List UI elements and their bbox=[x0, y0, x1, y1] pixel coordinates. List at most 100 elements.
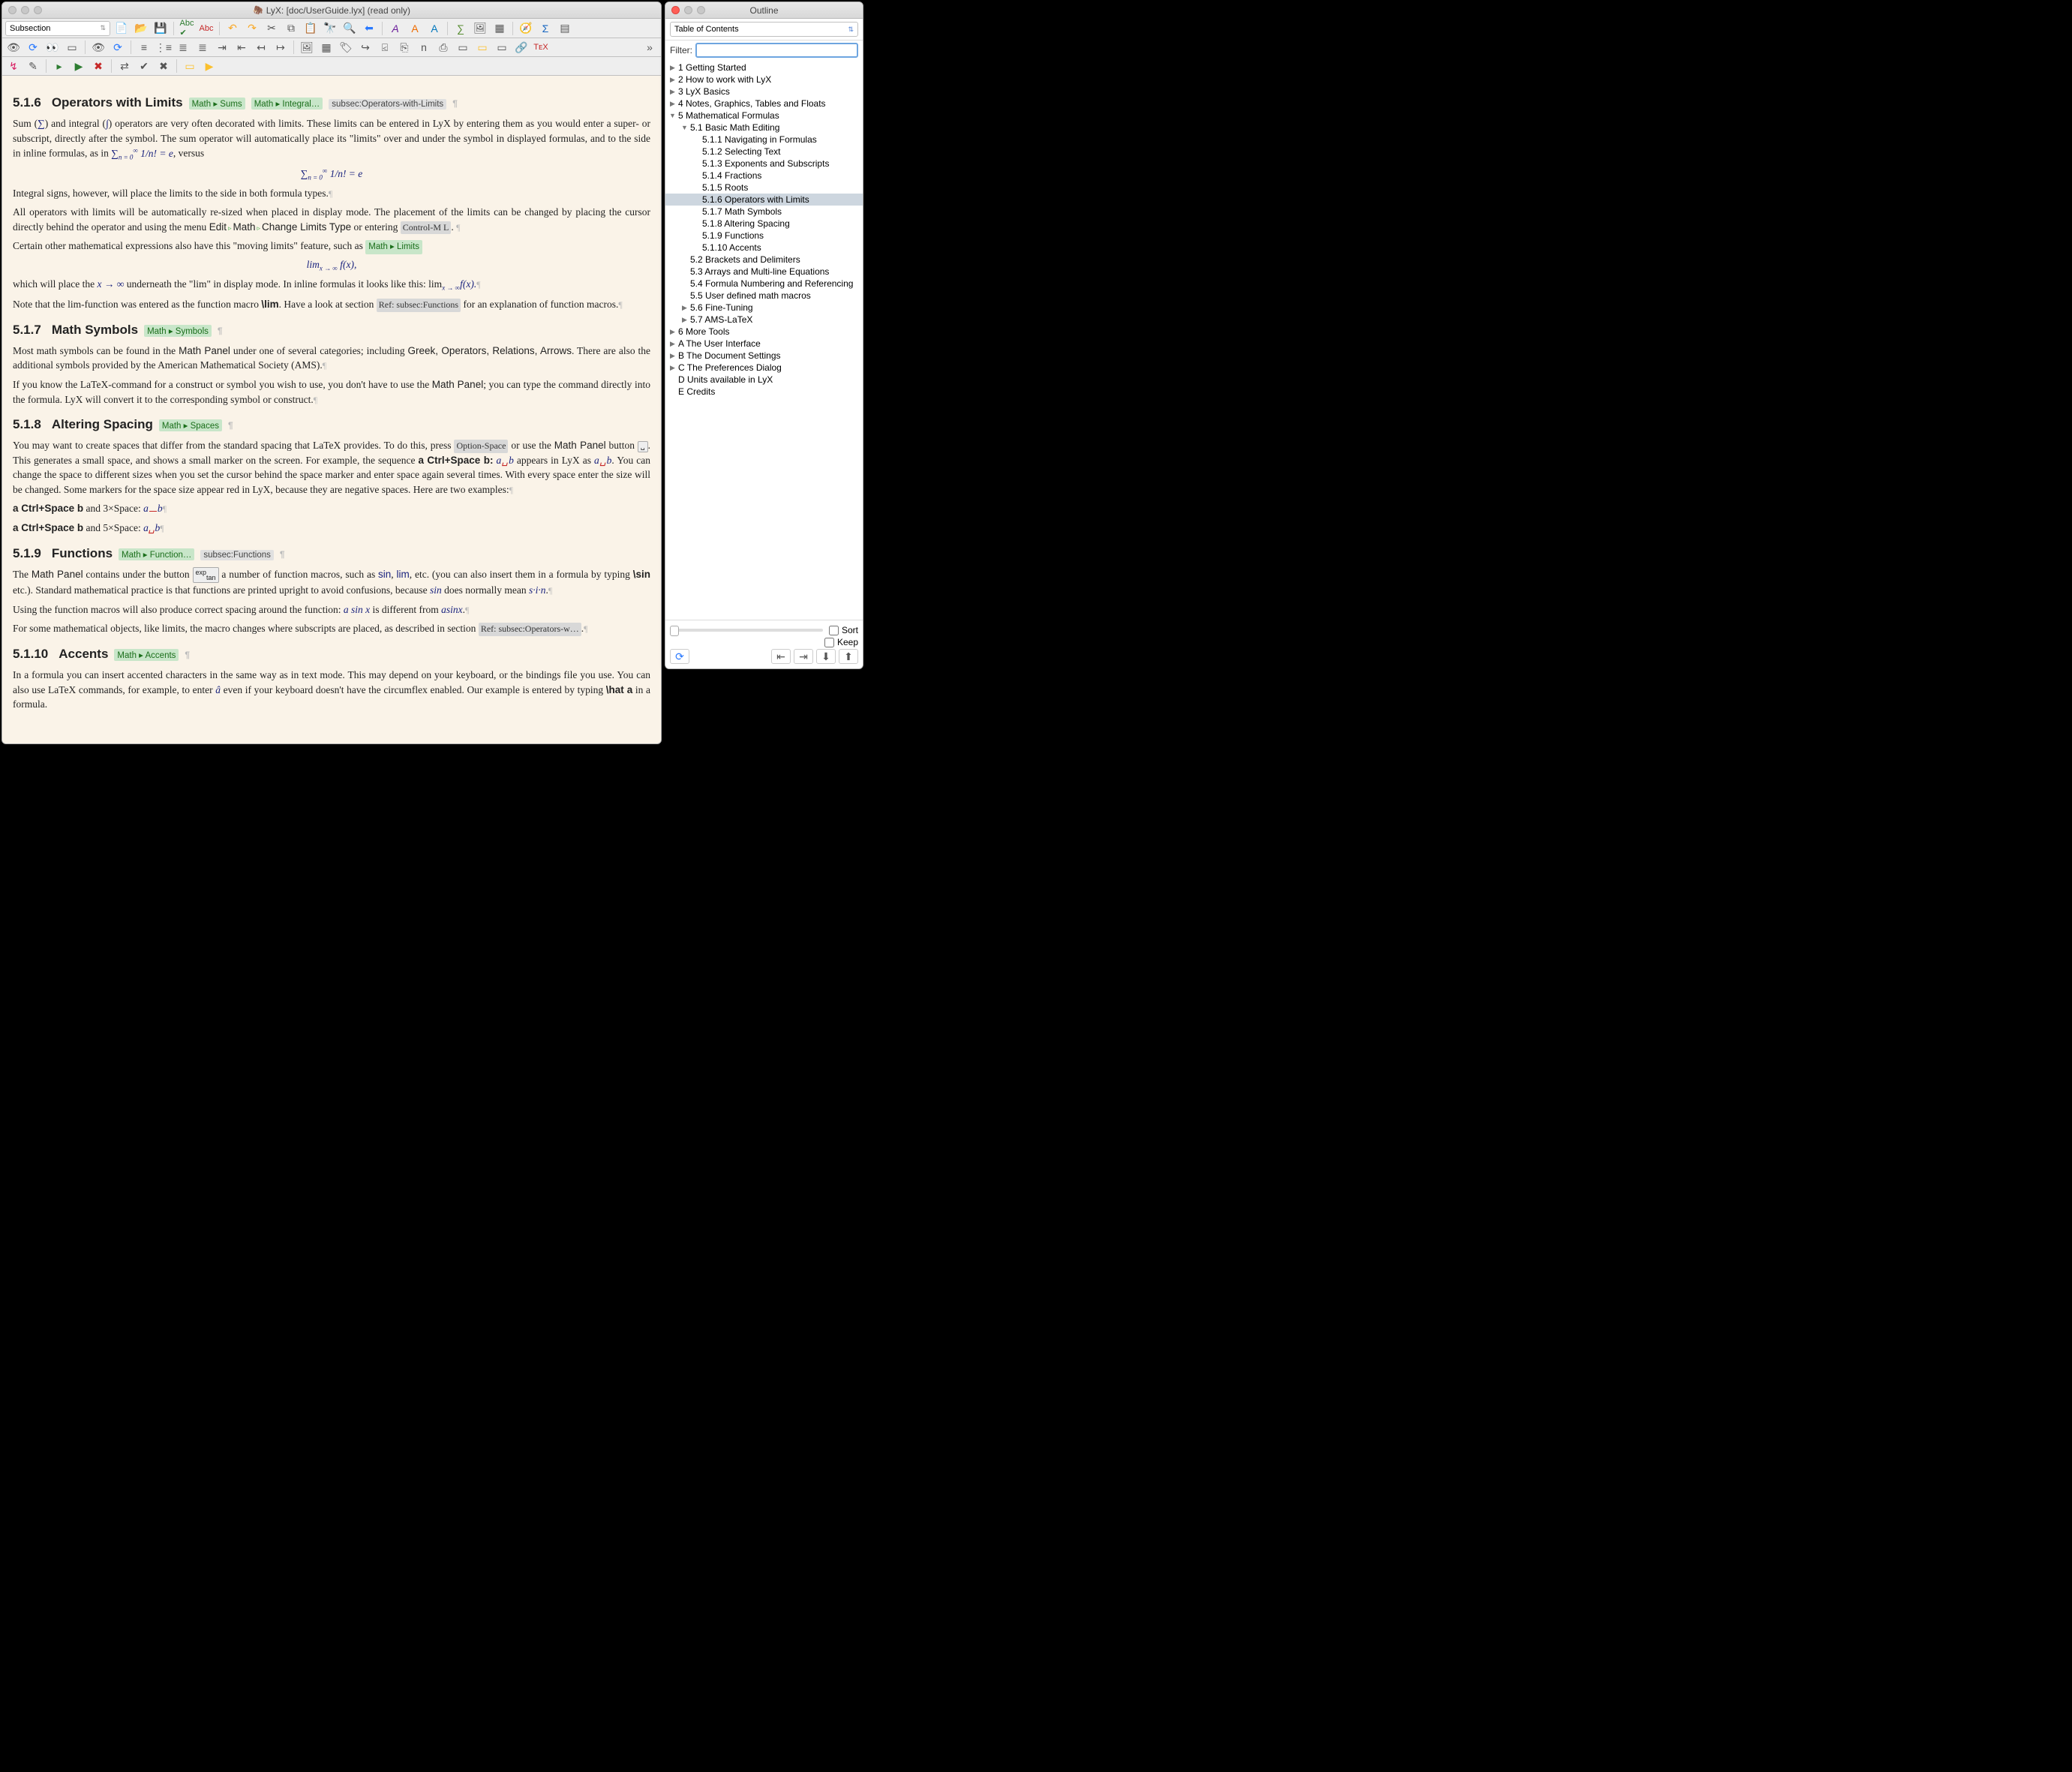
para[interactable]: If you know the LaTeX-command for a cons… bbox=[13, 377, 650, 407]
label-inset[interactable]: subsec:Operators-with-Limits bbox=[329, 99, 446, 110]
tree-item[interactable]: ▶C The Preferences Dialog bbox=[665, 362, 863, 374]
next-note-icon[interactable]: ▶ bbox=[201, 59, 218, 74]
tree-item[interactable]: 5.1.3 Exponents and Subscripts bbox=[665, 158, 863, 170]
tree-item[interactable]: 5.1.4 Fractions bbox=[665, 170, 863, 182]
disclosure-right-icon[interactable]: ▶ bbox=[668, 364, 677, 372]
para[interactable]: The Math Panel contains under the button… bbox=[13, 567, 650, 598]
disclosure-right-icon[interactable]: ▶ bbox=[668, 340, 677, 348]
refresh-outline-icon[interactable]: ⟳ bbox=[670, 649, 689, 664]
tree-item[interactable]: ▶6 More Tools bbox=[665, 326, 863, 338]
para[interactable]: Most math symbols can be found in the Ma… bbox=[13, 344, 650, 373]
para[interactable]: Sum (∑) and integral (∫) operators are v… bbox=[13, 116, 650, 162]
paste-icon[interactable]: 📋 bbox=[302, 21, 319, 36]
bullet-list-icon[interactable]: ⋮≡ bbox=[155, 40, 172, 55]
tree-item[interactable]: 5.1.2 Selecting Text bbox=[665, 146, 863, 158]
outline-tree[interactable]: ▶1 Getting Started▶2 How to work with Ly… bbox=[665, 60, 863, 620]
merge-changes-icon[interactable]: ⇄ bbox=[116, 59, 133, 74]
view-pdf-icon[interactable]: 👁 bbox=[90, 40, 107, 55]
close-button[interactable] bbox=[671, 6, 680, 14]
disclosure-right-icon[interactable]: ▶ bbox=[680, 304, 689, 312]
tree-item[interactable]: ▶5.6 Fine-Tuning bbox=[665, 302, 863, 314]
tree-item[interactable]: E Credits bbox=[665, 386, 863, 398]
accept-change-icon[interactable]: ▶ bbox=[71, 59, 87, 74]
demote-icon[interactable]: ⇥ bbox=[794, 649, 813, 664]
tree-item[interactable]: D Units available in LyX bbox=[665, 374, 863, 386]
index-inset[interactable]: Math ▸ Spaces bbox=[159, 419, 222, 431]
tree-item[interactable]: 5.4 Formula Numbering and Referencing bbox=[665, 278, 863, 290]
tree-item[interactable]: 5.2 Brackets and Delimiters bbox=[665, 254, 863, 266]
tree-item[interactable]: ▶5.7 AMS-LaTeX bbox=[665, 314, 863, 326]
index-inset[interactable]: Math ▸ Sums bbox=[189, 98, 245, 110]
heading-5.1.10[interactable]: 5.1.10 Accents Math ▸ Accents ¶ bbox=[13, 647, 650, 662]
copy-icon[interactable]: ⧉ bbox=[283, 21, 299, 36]
reject-all-icon[interactable]: ✖ bbox=[155, 59, 172, 74]
disclosure-down-icon[interactable]: ▼ bbox=[668, 112, 677, 119]
paragraph-style-dropdown[interactable]: Subsection ⇅ bbox=[5, 21, 110, 36]
tree-item[interactable]: ▶3 LyX Basics bbox=[665, 86, 863, 98]
reject-change-icon[interactable]: ✖ bbox=[90, 59, 107, 74]
move-up-icon[interactable]: ⬆ bbox=[839, 649, 858, 664]
para[interactable]: Using the function macros will also prod… bbox=[13, 602, 650, 617]
accept-all-icon[interactable]: ✔ bbox=[136, 59, 152, 74]
sort-checkbox[interactable] bbox=[829, 626, 839, 635]
insert-math-icon[interactable]: ∑ bbox=[452, 21, 469, 36]
crossref-inset[interactable]: Ref: subsec:Operators-w… bbox=[479, 623, 581, 635]
tree-item[interactable]: 5.1.5 Roots bbox=[665, 182, 863, 194]
tree-item[interactable]: ▶4 Notes, Graphics, Tables and Floats bbox=[665, 98, 863, 110]
tree-item[interactable]: ▶2 How to work with LyX bbox=[665, 74, 863, 86]
save-doc-icon[interactable]: 💾 bbox=[152, 21, 169, 36]
open-doc-icon[interactable]: 📂 bbox=[133, 21, 149, 36]
apply-style-icon[interactable]: A bbox=[426, 21, 443, 36]
heading-5.1.8[interactable]: 5.1.8 Altering Spacing Math ▸ Spaces ¶ bbox=[13, 417, 650, 432]
list-icon[interactable]: ≣ bbox=[175, 40, 191, 55]
para[interactable]: All operators with limits will be automa… bbox=[13, 205, 650, 234]
insert-box-icon[interactable]: ▭ bbox=[494, 40, 510, 55]
insert-label-icon[interactable]: 🏷 bbox=[338, 40, 354, 55]
tree-item[interactable]: 5.1.10 Accents bbox=[665, 242, 863, 254]
insert-note2-icon[interactable]: ▭ bbox=[182, 59, 198, 74]
heading-5.1.9[interactable]: 5.1.9 Functions Math ▸ Function… subsec:… bbox=[13, 546, 650, 561]
disclosure-right-icon[interactable]: ▶ bbox=[668, 64, 677, 72]
tex-code-icon[interactable]: TᴇX bbox=[533, 40, 549, 55]
tree-item[interactable]: ▶B The Document Settings bbox=[665, 350, 863, 362]
toggle-math-toolbar-icon[interactable]: Σ bbox=[537, 21, 554, 36]
para[interactable]: Integral signs, however, will place the … bbox=[13, 186, 650, 201]
tree-item[interactable]: ▶A The User Interface bbox=[665, 338, 863, 350]
crossref-inset[interactable]: Ref: subsec:Functions bbox=[377, 299, 461, 311]
para[interactable]: For some mathematical objects, like limi… bbox=[13, 621, 650, 636]
para[interactable]: a Ctrl+Space b and 3×Space: ab¶ bbox=[13, 501, 650, 516]
insert-table-float-icon[interactable]: ▦ bbox=[318, 40, 335, 55]
index-inset[interactable]: Math ▸ Limits bbox=[365, 240, 422, 254]
insert-table-icon[interactable]: ▦ bbox=[491, 21, 508, 36]
tree-item[interactable]: 5.1.7 Math Symbols bbox=[665, 206, 863, 218]
insert-index-icon[interactable]: ⎘ bbox=[396, 40, 413, 55]
toc-type-dropdown[interactable]: Table of Contents ⇅ bbox=[670, 22, 858, 37]
disclosure-right-icon[interactable]: ▶ bbox=[668, 76, 677, 84]
disclosure-right-icon[interactable]: ▶ bbox=[668, 88, 677, 96]
spellcheck-continuous-icon[interactable]: Abc bbox=[198, 21, 215, 36]
label-inset[interactable]: subsec:Functions bbox=[200, 550, 274, 560]
heading-5.1.7[interactable]: 5.1.7 Math Symbols Math ▸ Symbols ¶ bbox=[13, 323, 650, 338]
view-master-icon[interactable]: 👀 bbox=[44, 40, 61, 55]
toolbar-overflow-icon[interactable]: » bbox=[641, 40, 658, 55]
disclosure-right-icon[interactable]: ▶ bbox=[668, 100, 677, 108]
heading-5.1.6[interactable]: 5.1.6 Operators with Limits Math ▸ Sums … bbox=[13, 95, 650, 110]
equation-display[interactable]: limx → ∞ f(x), bbox=[13, 259, 650, 272]
para[interactable]: In a formula you can insert accented cha… bbox=[13, 668, 650, 712]
zoom-button[interactable] bbox=[34, 6, 42, 14]
update-icon[interactable]: ⟳ bbox=[25, 40, 41, 55]
insert-nomencl-icon[interactable]: n bbox=[416, 40, 432, 55]
noun-icon[interactable]: A bbox=[407, 21, 423, 36]
next-change-icon[interactable]: ▸ bbox=[51, 59, 68, 74]
promote-icon[interactable]: ⇤ bbox=[771, 649, 791, 664]
description-list-icon[interactable]: ≣ bbox=[194, 40, 211, 55]
close-button[interactable] bbox=[8, 6, 17, 14]
para[interactable]: Note that the lim-function was entered a… bbox=[13, 297, 650, 312]
insert-note-icon[interactable]: ▭ bbox=[474, 40, 491, 55]
tree-item[interactable]: 5.1.9 Functions bbox=[665, 230, 863, 242]
move-down-icon[interactable]: ⬇ bbox=[816, 649, 836, 664]
disclosure-right-icon[interactable]: ▶ bbox=[668, 328, 677, 336]
index-inset[interactable]: Math ▸ Accents bbox=[114, 649, 179, 661]
indent-icon[interactable]: ↦ bbox=[272, 40, 289, 55]
para[interactable]: You may want to create spaces that diffe… bbox=[13, 438, 650, 497]
